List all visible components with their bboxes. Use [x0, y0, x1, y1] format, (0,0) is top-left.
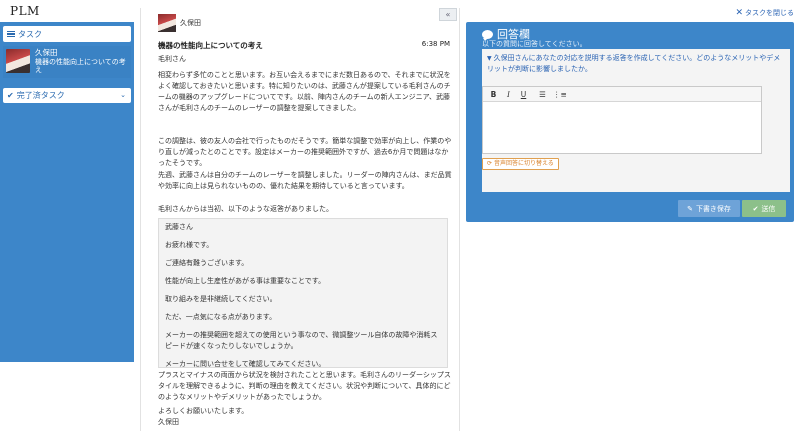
- quote-line: ご連絡有難うございます。: [165, 259, 249, 267]
- completed-label: 完了済タスク: [16, 91, 65, 100]
- message-greeting: 毛利さん: [158, 55, 186, 63]
- close-icon: ✕: [735, 7, 743, 18]
- editor-toolbar: B I U ☰ ⋮≡: [483, 87, 761, 102]
- chat-icon: [482, 29, 493, 41]
- message-closing: よろしくお願いいたします。: [158, 407, 249, 415]
- question-text: ▼ 久保田さんにあなたの対応を説明する返答を作成してください。どのようなメリットや…: [487, 53, 783, 74]
- send-button[interactable]: ✔ 送信: [742, 200, 786, 217]
- tasks-section-header[interactable]: タスク: [3, 26, 131, 42]
- completed-tasks-header[interactable]: ✔ 完了済タスク ⌄: [3, 88, 131, 103]
- message-paragraph: 先週、武藤さんは自分のチームのレーザーを調整しました。リーダーの陣内さんは、まだ…: [158, 171, 452, 190]
- task-item-name: 久保田: [35, 48, 58, 57]
- message-paragraph: この調整は、彼の友人の会社で行ったものだそうです。簡単な調整で効率が向上し、作業…: [158, 137, 452, 167]
- task-item[interactable]: 久保田 機器の性能向上についての考え: [3, 46, 131, 78]
- refresh-icon: ⟳: [487, 160, 493, 167]
- voice-answer-button[interactable]: ⟳ 音声回答に切り替える: [482, 158, 559, 170]
- underline-button[interactable]: U: [519, 90, 528, 99]
- answer-panel: 回答欄 以下の質問に回答してください。 ▼ 久保田さんにあなたの対応を説明する返答…: [466, 22, 794, 222]
- message-paragraph: 相変わらず多忙のことと思います。お互い会えるまでにまだ数日あるので、それまでに状…: [158, 71, 451, 112]
- quoted-reply: 武藤さん お疲れ様です。 ご連絡有難うございます。 性能が向上し生産性があがる事…: [158, 218, 448, 368]
- answer-subtitle: 以下の質問に回答してください。: [482, 40, 587, 48]
- message-subject: 機器の性能向上についての考え: [158, 41, 263, 50]
- chevron-down-icon: ▼: [487, 55, 492, 62]
- message-paragraph: 毛利さんからは当初、以下のような返答がありました。: [158, 205, 333, 213]
- message-time: 6:38 PM: [421, 40, 450, 48]
- chevron-down-icon: ⌄: [120, 91, 126, 99]
- quote-line: 取り組みを是非継続してください。: [165, 295, 277, 303]
- quote-line: メーカーに問い合せをして確認してみてください。: [165, 360, 326, 368]
- numbered-list-icon[interactable]: ⋮≡: [553, 90, 567, 99]
- avatar: [6, 49, 30, 73]
- check-icon: ✔: [752, 204, 759, 213]
- quote-line: ただ、一点気になる点があります。: [165, 313, 277, 321]
- app-title: PLM: [10, 4, 40, 18]
- bold-button[interactable]: B: [489, 90, 498, 99]
- answer-editor[interactable]: B I U ☰ ⋮≡: [482, 86, 762, 154]
- pencil-icon: ✎: [687, 204, 693, 213]
- bullet-list-icon[interactable]: ☰: [538, 90, 547, 99]
- italic-button[interactable]: I: [504, 90, 513, 99]
- voice-answer-label: 音声回答に切り替える: [493, 160, 554, 167]
- sender-avatar: [158, 14, 176, 32]
- check-icon: ✔: [7, 91, 14, 100]
- quote-line: メーカーの推奨範囲を超えての使用という事なので、微調整ツール自体の故障や消耗スピ…: [165, 331, 438, 350]
- close-task-label: タスクを閉じる: [745, 9, 794, 17]
- sender-name: 久保田: [180, 19, 201, 27]
- sender-row: 久保田: [158, 14, 201, 32]
- message-panel: 久保田 « 機器の性能向上についての考え 6:38 PM 毛利さん 相変わらず多…: [140, 8, 460, 431]
- send-label: 送信: [761, 204, 776, 213]
- quote-line: 性能が向上し生産性があがる事は重要なことです。: [165, 277, 326, 285]
- quote-line: お疲れ様です。: [165, 241, 214, 249]
- list-icon: [7, 30, 15, 38]
- close-task-link[interactable]: ✕ タスクを閉じる: [735, 8, 794, 18]
- message-paragraph: プラスとマイナスの両面から状況を検討されたことと思います。毛利さんのリーダーシッ…: [158, 371, 451, 401]
- save-draft-button[interactable]: ✎ 下書き保存: [678, 200, 740, 217]
- question-label: 久保田さんにあなたの対応を説明する返答を作成してください。どのようなメリットやデ…: [487, 54, 781, 73]
- collapse-icon[interactable]: «: [439, 8, 457, 21]
- save-draft-label: 下書き保存: [695, 204, 731, 213]
- task-item-text: 久保田 機器の性能向上についての考え: [35, 49, 128, 75]
- task-item-subject: 機器の性能向上についての考え: [35, 58, 126, 74]
- task-sidebar: タスク 久保田 機器の性能向上についての考え ✔ 完了済タスク ⌄: [0, 22, 134, 362]
- quote-line: 武藤さん: [165, 223, 193, 231]
- tasks-label: タスク: [18, 29, 42, 39]
- message-signature: 久保田: [158, 418, 179, 426]
